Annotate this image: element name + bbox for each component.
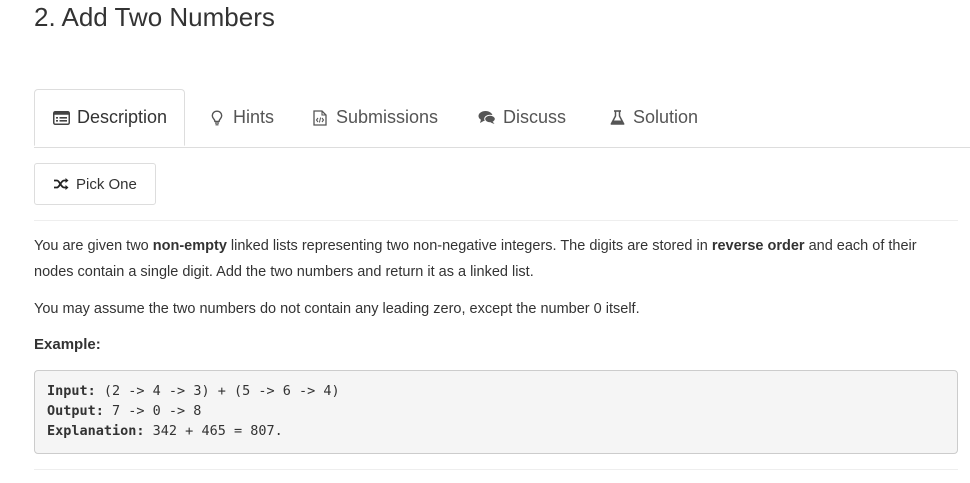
example-input-line: Input: (2 -> 4 -> 3) + (5 -> 6 -> 4) bbox=[47, 381, 945, 401]
tab-hints[interactable]: Hints bbox=[208, 89, 274, 146]
flask-icon bbox=[608, 109, 626, 127]
example-output-line: Output: 7 -> 0 -> 8 bbox=[47, 401, 945, 421]
tab-solution-label: Solution bbox=[633, 107, 699, 127]
lightbulb-icon bbox=[208, 109, 226, 127]
pick-one-label: Pick One bbox=[76, 175, 137, 193]
divider-bottom bbox=[34, 469, 958, 470]
desc-text: You are given two bbox=[34, 238, 153, 254]
output-label: Output: bbox=[47, 403, 104, 419]
tab-solution[interactable]: Solution bbox=[608, 89, 698, 146]
tab-hints-label: Hints bbox=[233, 107, 275, 127]
desc-bold-text: non-empty bbox=[152, 238, 227, 254]
example-explanation-line: Explanation: 342 + 465 = 807. bbox=[47, 421, 945, 441]
problem-title: 2. Add Two Numbers bbox=[34, 2, 275, 32]
explanation-value: 342 + 465 = 807. bbox=[144, 423, 283, 439]
tab-discuss-label: Discuss bbox=[503, 107, 567, 127]
tab-submissions-label: Submissions bbox=[336, 107, 439, 127]
description-paragraph-1: You are given two non-empty linked lists… bbox=[34, 233, 954, 285]
problem-tabs: Description Hints Submissions Discuss So… bbox=[34, 89, 970, 148]
example-heading: Example: bbox=[34, 336, 101, 353]
tab-discuss[interactable]: Discuss bbox=[478, 89, 566, 146]
description-paragraph-2: You may assume the two numbers do not co… bbox=[34, 301, 640, 317]
divider-top bbox=[34, 220, 958, 221]
shuffle-icon bbox=[53, 177, 69, 191]
chat-icon bbox=[478, 109, 496, 127]
tab-description-label: Description bbox=[77, 107, 168, 127]
tab-submissions[interactable]: Submissions bbox=[311, 89, 438, 146]
tab-description[interactable]: Description bbox=[34, 89, 186, 146]
explanation-label: Explanation: bbox=[47, 423, 145, 439]
input-value: (2 -> 4 -> 3) + (5 -> 6 -> 4) bbox=[95, 383, 340, 399]
pick-one-button[interactable]: Pick One bbox=[34, 163, 156, 205]
desc-text: linked lists representing two non-negati… bbox=[226, 238, 712, 254]
output-value: 7 -> 0 -> 8 bbox=[103, 403, 202, 419]
code-file-icon bbox=[311, 109, 329, 127]
example-code-block: Input: (2 -> 4 -> 3) + (5 -> 6 -> 4) Out… bbox=[34, 370, 958, 454]
list-icon bbox=[52, 109, 70, 127]
desc-bold-text: reverse order bbox=[711, 238, 805, 254]
input-label: Input: bbox=[47, 383, 96, 399]
